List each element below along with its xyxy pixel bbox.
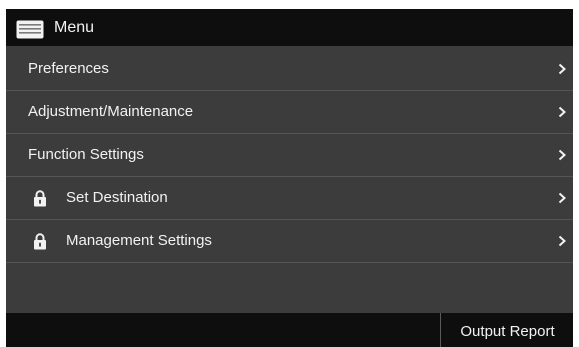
lock-icon [33, 233, 47, 250]
chevron-right-icon [555, 91, 569, 133]
lock-icon [33, 190, 47, 207]
menu-item-management-settings[interactable]: Management Settings [6, 220, 573, 263]
output-report-button[interactable]: Output Report [440, 313, 573, 347]
menu-item-label: Function Settings [28, 146, 144, 163]
page-title: Menu [54, 19, 95, 36]
menu-list: Preferences Adjustment/Maintenance Funct… [6, 48, 573, 263]
menu-item-label: Set Destination [66, 189, 168, 206]
menu-item-adjustment-maintenance[interactable]: Adjustment/Maintenance [6, 91, 573, 134]
menu-item-label: Adjustment/Maintenance [28, 103, 194, 120]
title-bar: Menu [6, 9, 573, 46]
chevron-right-icon [555, 177, 569, 219]
chevron-right-icon [555, 134, 569, 176]
chevron-right-icon [555, 48, 569, 90]
menu-screen-icon [16, 20, 44, 39]
menu-item-preferences[interactable]: Preferences [6, 48, 573, 91]
menu-item-function-settings[interactable]: Function Settings [6, 134, 573, 177]
menu-item-label: Management Settings [66, 232, 212, 249]
menu-item-set-destination[interactable]: Set Destination [6, 177, 573, 220]
menu-screen: Menu Preferences Adjustment/Maintenance … [6, 9, 573, 347]
chevron-right-icon [555, 220, 569, 262]
menu-item-label: Preferences [28, 60, 109, 77]
bottom-bar: Output Report [6, 313, 573, 347]
